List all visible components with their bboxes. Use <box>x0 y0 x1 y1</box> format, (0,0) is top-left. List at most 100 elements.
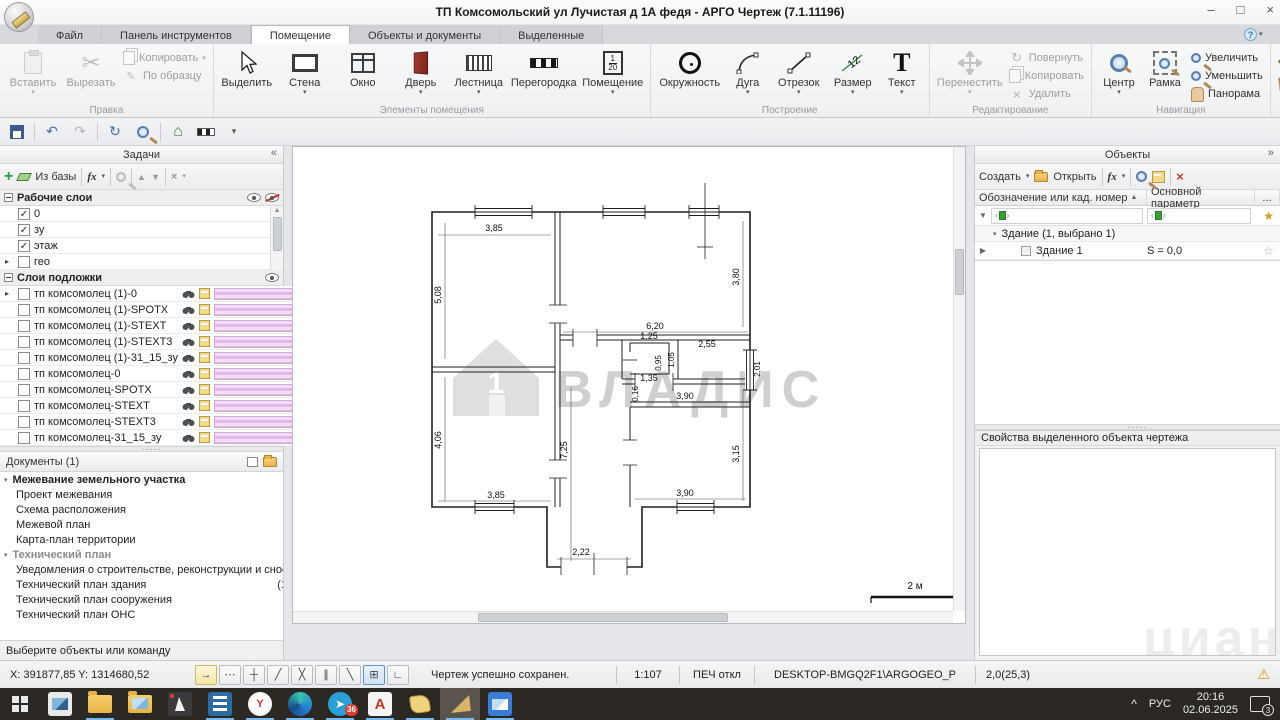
scale-indicator[interactable]: 1:107 <box>617 661 679 688</box>
layer-checkbox[interactable] <box>18 255 30 268</box>
center-button[interactable]: Центр ▾ <box>1096 46 1142 102</box>
snap-button[interactable]: ╱ <box>267 664 289 685</box>
layer-checkbox[interactable]: ✓ <box>18 223 30 236</box>
find-layer-icon[interactable] <box>182 401 195 411</box>
layer-color-swatch[interactable] <box>213 415 302 428</box>
stairs-button[interactable]: Лестница ▾ <box>450 46 508 102</box>
zoom-out-button[interactable]: Уменьшить <box>1188 68 1266 84</box>
layer-settings-icon[interactable] <box>198 416 210 427</box>
building-group-row[interactable]: ▾ Здание (1, выбрано 1) <box>975 226 1280 242</box>
canvas-vertical-scrollbar[interactable] <box>953 147 965 611</box>
find-layer-icon[interactable] <box>182 305 195 315</box>
layer-checkbox[interactable] <box>18 431 30 444</box>
doc-item[interactable]: Проект межевания <box>0 487 283 502</box>
taskbar-autocad[interactable]: A <box>360 688 400 720</box>
underlay-layer-row[interactable]: тп комсомолец (1)-STEXT <box>0 318 304 334</box>
snap-button[interactable]: ∥ <box>315 664 337 685</box>
taskbar-argo-app[interactable] <box>440 688 480 720</box>
partition-tool-button[interactable] <box>195 121 217 143</box>
frame-button[interactable]: Рамка <box>1142 46 1188 102</box>
layer-color-swatch[interactable] <box>213 351 302 364</box>
favorite-star-icon[interactable]: ☆ <box>1263 244 1274 258</box>
layer-checkbox[interactable] <box>18 287 30 300</box>
start-button[interactable] <box>0 688 40 720</box>
find-layer-icon[interactable] <box>182 353 195 363</box>
layer-settings-icon[interactable] <box>198 368 210 379</box>
taskbar-clock[interactable]: 20:16 02.06.2025 <box>1183 691 1238 717</box>
doc-item[interactable]: Межевой план <box>0 517 283 532</box>
working-layer-row[interactable]: ✓ этаж <box>0 238 270 254</box>
move-down-button[interactable]: ▼ <box>151 172 160 182</box>
help-button[interactable]: ? ▾ <box>1244 26 1272 42</box>
doc-item[interactable]: Технический план сооружения <box>0 592 283 607</box>
working-layers-header[interactable]: Рабочие слои <box>0 190 283 206</box>
save-button[interactable] <box>6 121 28 143</box>
snap-button[interactable]: ∟ <box>387 664 409 685</box>
paste-button[interactable]: Вставить ▾ <box>4 46 62 102</box>
working-layer-row[interactable]: ▸ гео <box>0 254 270 270</box>
layer-checkbox[interactable] <box>18 367 30 380</box>
layer-checkbox[interactable] <box>18 319 30 332</box>
underlay-layer-row[interactable]: тп комсомолец-STEXT3 <box>0 414 304 430</box>
layer-settings-icon[interactable] <box>198 384 210 395</box>
canvas-horizontal-scrollbar[interactable] <box>293 611 953 623</box>
layer-checkbox[interactable] <box>18 335 30 348</box>
find-layer-icon[interactable] <box>182 289 195 299</box>
find-layer-icon[interactable] <box>182 417 195 427</box>
find-layer-icon[interactable] <box>182 433 195 443</box>
layer-color-swatch[interactable] <box>213 287 302 300</box>
copy-button[interactable]: Копировать ▾ <box>120 50 209 66</box>
angle-button[interactable]: Угол <box>1275 76 1280 92</box>
layer-settings-icon[interactable] <box>198 288 210 299</box>
layer-settings-icon[interactable] <box>198 336 210 347</box>
taskbar-edge[interactable] <box>280 688 320 720</box>
working-layer-row[interactable]: ✓ зу <box>0 222 270 238</box>
taskbar-scroll-app[interactable] <box>400 688 440 720</box>
collapse-panel-button[interactable]: » <box>1268 147 1274 159</box>
refresh-button[interactable]: ↻ <box>104 121 126 143</box>
column-header-parameter[interactable]: Основной параметр <box>1147 186 1255 210</box>
column-header-more[interactable]: ... <box>1255 190 1280 205</box>
underlay-layer-row[interactable]: ▸ тп комсомолец (1)-0 <box>0 286 304 302</box>
panel-splitter[interactable] <box>975 419 1280 431</box>
add-layer-button[interactable]: + <box>4 168 13 185</box>
object-layers-icon[interactable] <box>1152 170 1166 183</box>
rotate-button[interactable]: ↻ Повернуть <box>1006 50 1087 66</box>
doc-group-mezhevanie[interactable]: ▾ Межевание земельного участка <box>0 472 283 487</box>
taskbar-photo-app[interactable] <box>40 688 80 720</box>
find-layer-icon[interactable] <box>182 369 195 379</box>
text-button[interactable]: Т Текст ▾ <box>879 46 925 102</box>
taskbar-photos[interactable] <box>480 688 520 720</box>
arc-button[interactable]: Дуга ▾ <box>725 46 771 102</box>
open-document-icon[interactable] <box>263 454 277 467</box>
underlay-layers-header[interactable]: Слои подложки <box>0 270 283 286</box>
doc-item[interactable]: Технический план ОНС <box>0 607 283 622</box>
doc-item[interactable]: Схема расположения <box>0 502 283 517</box>
taskbar-telegram[interactable]: ➤ 36 <box>320 688 360 720</box>
wall-button[interactable]: Стена ▾ <box>276 46 334 102</box>
collapse-section-icon[interactable] <box>4 193 13 202</box>
doc-item[interactable]: Уведомления о строительстве, реконструкц… <box>0 562 283 577</box>
tab-room[interactable]: Помещение <box>250 25 350 44</box>
circle-button[interactable]: Окружность <box>655 46 725 102</box>
minimize-button[interactable]: – <box>1207 2 1214 17</box>
room-button[interactable]: 1 20 Помещение ▾ <box>580 46 646 102</box>
doc-group-techplan[interactable]: ▾ Технический план <box>0 547 283 562</box>
find-layer-icon[interactable] <box>182 385 195 395</box>
undo-button[interactable]: ↶ <box>41 121 63 143</box>
partition-button[interactable]: Перегородка <box>508 46 580 102</box>
collapse-section-icon[interactable] <box>4 273 13 282</box>
snap-button[interactable]: → <box>195 664 217 685</box>
move-up-button[interactable]: ▲ <box>137 172 146 182</box>
delete-object-button[interactable]: × <box>1176 169 1184 184</box>
layer-checkbox[interactable] <box>18 351 30 364</box>
app-logo-icon[interactable] <box>4 2 34 32</box>
building-row[interactable]: ▶ Здание 1 S = 0,0 ☆ <box>975 242 1280 260</box>
move-button[interactable]: Перенестить ▾ <box>934 46 1006 102</box>
taskbar-explorer[interactable] <box>80 688 120 720</box>
from-base-button[interactable]: Из базы <box>35 171 76 183</box>
layer-settings-icon[interactable] <box>198 320 210 331</box>
format-painter-button[interactable]: ✎ По образцу <box>120 68 209 84</box>
search-icon[interactable] <box>116 171 127 182</box>
door-button[interactable]: Дверь ▾ <box>392 46 450 102</box>
